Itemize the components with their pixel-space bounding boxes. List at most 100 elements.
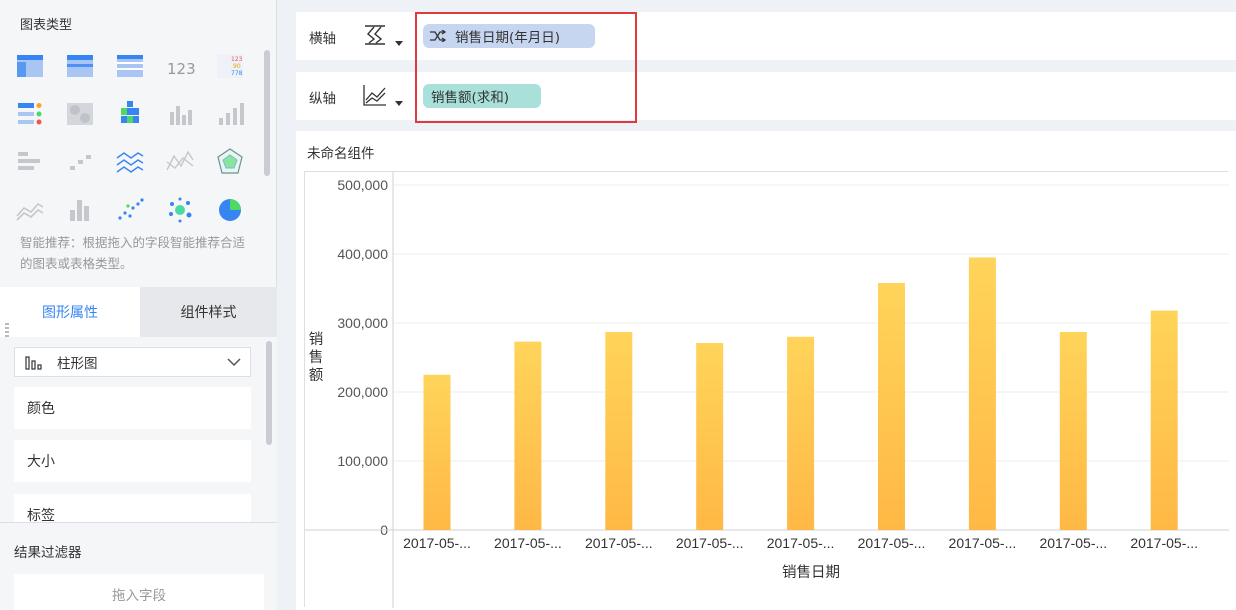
- heatmap-icon[interactable]: [64, 98, 96, 130]
- tab-component-style[interactable]: 组件样式: [140, 287, 277, 337]
- chart-frame: 0 100,000 200,000 300,000 400,000 500,000 2017…: [304, 171, 1229, 608]
- y-tick-label: 500,000: [337, 177, 388, 193]
- column-stack-icon[interactable]: [64, 194, 96, 226]
- range-icon-graphic: [18, 152, 40, 170]
- y-axis-row: 纵轴 销售额(求和): [296, 72, 1236, 120]
- line-icon[interactable]: [164, 146, 196, 178]
- bar-chart: 0100,000200,000300,000400,000500,0002017…: [305, 172, 1229, 608]
- bar-stack-icon-graphic: [121, 101, 139, 123]
- scatter-icon[interactable]: [114, 194, 146, 226]
- chart-panel: 未命名组件 0 100,000 200,000 300,000 400,000 500,0…: [296, 131, 1236, 610]
- chevron-down-icon: [227, 358, 241, 367]
- multi-line-icon[interactable]: [114, 146, 146, 178]
- chart-types-title: 图表类型: [20, 18, 73, 33]
- scatter-icon-graphic: [118, 198, 144, 220]
- y-axis-field-pill[interactable]: 销售额(求和): [423, 84, 541, 108]
- x-axis-type-icon[interactable]: [362, 23, 388, 47]
- left-panel: 图表类型 123 123 90 778 智能推荐：根据拖入的字段智能推荐合适的图表或表…: [0, 0, 277, 610]
- bar: [605, 331, 633, 530]
- svg-text:123: 123: [231, 56, 243, 63]
- y-axis-caret-icon[interactable]: [395, 101, 403, 106]
- x-tick-label: 2017-05-...: [1130, 535, 1198, 551]
- property-size[interactable]: 大小: [14, 440, 251, 482]
- property-label[interactable]: 标签: [14, 494, 251, 522]
- bar: [696, 343, 724, 530]
- pie-icon[interactable]: [214, 194, 246, 226]
- x-axis-title: 销售日期: [782, 564, 840, 581]
- line-icon-graphic: [166, 150, 194, 171]
- kpi-icon[interactable]: [14, 98, 46, 130]
- svg-text:90: 90: [233, 63, 241, 70]
- x-tick-label: 2017-05-...: [858, 535, 926, 551]
- property-area: 柱形图 颜色 大小 标签: [0, 337, 277, 522]
- component-title: 未命名组件: [307, 146, 375, 162]
- grouped-table-icon[interactable]: [64, 50, 96, 82]
- x-tick-label: 2017-05-...: [585, 535, 653, 551]
- x-tick-label: 2017-05-...: [403, 535, 471, 551]
- property-color[interactable]: 颜色: [14, 387, 251, 429]
- x-axis-field-pill[interactable]: 销售日期(年月日): [423, 24, 595, 48]
- column-icon-graphic: [219, 103, 244, 125]
- x-tick-label: 2017-05-...: [767, 535, 835, 551]
- bubble-icon[interactable]: [164, 194, 196, 226]
- bar: [878, 282, 905, 530]
- property-scrollbar[interactable]: [266, 341, 272, 445]
- number-icon[interactable]: 123: [164, 50, 196, 82]
- y-tick-label: 100,000: [337, 453, 388, 469]
- y-tick-label: 300,000: [337, 315, 388, 331]
- x-axis-row: 横轴 销售日期(年月日): [296, 12, 1236, 60]
- tab-graphic-properties[interactable]: 图形属性: [0, 287, 140, 337]
- grouped-table-icon-graphic: [67, 55, 93, 77]
- radar-icon-graphic: [217, 148, 243, 174]
- bubble-icon-graphic: [169, 197, 192, 223]
- table-icon[interactable]: [14, 50, 46, 82]
- y-axis-title-char: 售: [309, 349, 324, 366]
- scatter-sparse-icon-graphic: [70, 155, 91, 170]
- y-axis-field-name: 销售额(求和): [431, 90, 510, 106]
- x-axis-field-name: 销售日期(年月日): [455, 30, 561, 46]
- svg-text:778: 778: [231, 70, 243, 77]
- bar: [968, 257, 996, 530]
- x-tick-label: 2017-05-...: [676, 535, 744, 551]
- kpi-icon-graphic: [18, 103, 42, 125]
- x-tick-label: 2017-05-...: [494, 535, 562, 551]
- scatter-sparse-icon[interactable]: [64, 146, 96, 178]
- filter-drop-zone[interactable]: 拖入字段: [14, 574, 264, 610]
- y-axis-type-icon[interactable]: [362, 83, 388, 107]
- bar-stack-icon[interactable]: [114, 98, 146, 130]
- column-stack-icon-graphic: [70, 200, 89, 221]
- heatmap-icon-graphic: [67, 103, 93, 125]
- y-axis-title-char: 额: [309, 367, 324, 384]
- column-chart-icon: [25, 356, 42, 370]
- multi-line-icon-graphic: [116, 152, 144, 173]
- bar: [423, 374, 451, 530]
- area-icon-graphic: [16, 202, 44, 221]
- radar-icon[interactable]: [214, 146, 246, 178]
- chart-types-scrollbar[interactable]: [264, 50, 270, 176]
- drag-handle-icon[interactable]: [5, 322, 9, 338]
- color-table-icon-graphic: 12390778: [217, 54, 243, 78]
- bar-icon-graphic: [170, 106, 192, 125]
- shuffle-icon: [430, 30, 447, 42]
- table-icon-graphic: [17, 55, 43, 77]
- bar: [787, 336, 815, 530]
- x-tick-label: 2017-05-...: [1039, 535, 1107, 551]
- y-axis-label: 纵轴: [309, 91, 336, 107]
- chart-type-select-value: 柱形图: [57, 356, 98, 372]
- range-icon[interactable]: [14, 146, 46, 178]
- number-icon-graphic: 123: [167, 60, 196, 78]
- y-axis-title-char: 销: [309, 331, 324, 348]
- x-tick-label: 2017-05-...: [949, 535, 1017, 551]
- bar-icon[interactable]: [164, 98, 196, 130]
- bar: [1150, 310, 1178, 530]
- cross-table-icon[interactable]: [114, 50, 146, 82]
- x-axis-caret-icon[interactable]: [395, 41, 403, 46]
- result-filter: 结果过滤器 拖入字段: [0, 522, 277, 610]
- column-icon[interactable]: [214, 98, 246, 130]
- color-table-icon[interactable]: 123 90 778: [214, 50, 246, 82]
- pie-icon-graphic: [219, 199, 241, 221]
- recommend-tip: 智能推荐：根据拖入的字段智能推荐合适的图表或表格类型。: [20, 235, 246, 271]
- chart-type-select[interactable]: 柱形图: [14, 347, 251, 377]
- filter-title: 结果过滤器: [14, 545, 82, 561]
- area-icon[interactable]: [14, 194, 46, 226]
